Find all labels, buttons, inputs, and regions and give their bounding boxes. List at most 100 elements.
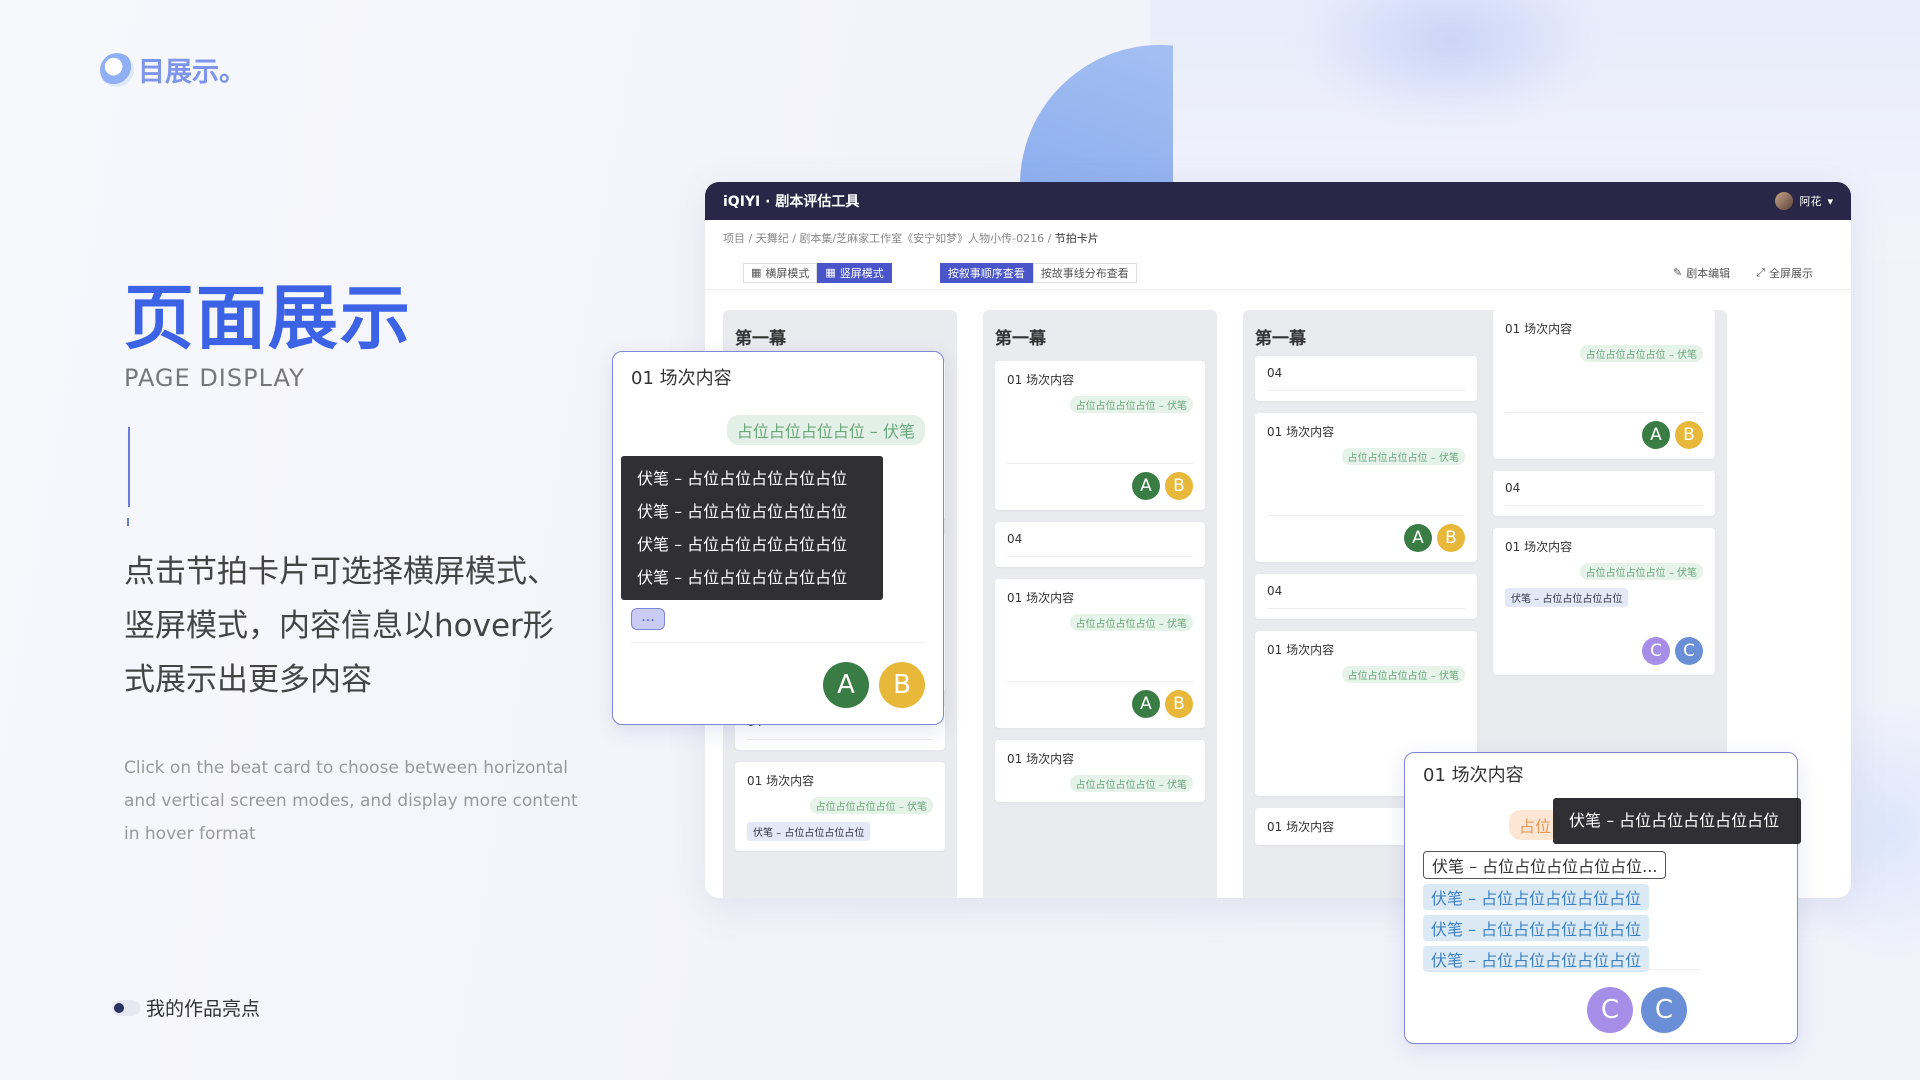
card-tag: 占位占位占位占位 – 伏笔	[1069, 614, 1193, 631]
breadcrumb-path[interactable]: 项目 / 天舞纪 / 剧本集/芝麻家工作室《安宁如梦》人物小传-0216 /	[723, 230, 1051, 246]
act-column: 第一幕 01 场次内容 占位占位占位占位 – 伏笔 AB 04 01 场次内容 …	[983, 310, 1217, 898]
card-title: 01 场次内容	[1267, 643, 1335, 657]
card-tag: 占位占位占位占位 – 伏笔	[1579, 345, 1703, 362]
beat-card[interactable]: 01 场次内容 占位占位占位占位 – 伏笔 AB	[995, 579, 1205, 728]
card-tag: 占位占位占位占位 – 伏笔	[1069, 396, 1193, 413]
card-number: 04	[1505, 481, 1521, 495]
avatar-b: B	[1165, 472, 1193, 500]
logo-text: 目展示。	[138, 57, 246, 88]
beat-card[interactable]: 01 场次内容 占位占位占位占位 – 伏笔 伏笔 – 占位占位占位占位 CC	[1493, 528, 1715, 675]
landscape-mode-button[interactable]: ▦ 横屏模式	[743, 262, 818, 283]
foreshadow-item[interactable]: 伏笔 – 占位占位占位占位占位	[1423, 915, 1650, 941]
portrait-mode-button[interactable]: ▦ 竖屏模式	[817, 262, 892, 283]
avatar-b: B	[1165, 690, 1193, 718]
hover-card-popup[interactable]: 01 场次内容 占位 伏笔 – 占位占位占位占位占位 伏笔 – 占位占位占位占位…	[1404, 752, 1801, 1044]
avatar[interactable]	[1775, 192, 1794, 210]
card-title: 01 场次内容	[747, 774, 815, 788]
card-title: 01 场次内容	[1007, 373, 1075, 387]
card-number: 04	[1267, 584, 1283, 598]
caret-down-icon: ▾	[1827, 194, 1833, 208]
tooltip-line: 伏笔 – 占位占位占位占位占位	[637, 502, 848, 521]
beat-card[interactable]: 04	[995, 522, 1205, 567]
more-button[interactable]: ...	[631, 608, 665, 630]
app-brand: iQIYI · 剧本评估工具	[723, 194, 860, 210]
tooltip-line: 伏笔 – 占位占位占位占位占位	[637, 568, 848, 587]
act-title: 第一幕	[735, 329, 786, 349]
highlight-toggle[interactable]: 我的作品亮点	[112, 994, 260, 1021]
popup-title: 01 场次内容	[1423, 765, 1524, 786]
act-title: 第一幕	[995, 329, 1046, 349]
toolbar: ▦ 横屏模式 ▦ 竖屏模式 按叙事顺序查看 按故事线分布查看 ✎ 剧本编辑 ⤢ 全屏展示	[705, 256, 1851, 290]
avatar-c: C	[1587, 987, 1633, 1033]
grid-icon: ▦	[751, 266, 762, 279]
page-title: 页面展示	[124, 277, 412, 359]
description-cn: 点击节拍卡片可选择横屏模式、竖屏模式，内容信息以hover形式展示出更多内容	[124, 554, 558, 698]
beat-card[interactable]: 04	[1255, 574, 1477, 619]
avatar-a: A	[1132, 472, 1160, 500]
divider	[631, 642, 925, 643]
beat-card[interactable]: 04	[1493, 471, 1715, 516]
popup-tag: 占位占位占位占位 – 伏笔	[726, 415, 925, 445]
card-title: 01 场次内容	[1267, 425, 1335, 439]
tooltip-line: 伏笔 – 占位占位占位占位占位	[637, 535, 848, 554]
tooltip-line: 伏笔 – 占位占位占位占位占位	[637, 469, 848, 488]
card-foreshadow: 伏笔 – 占位占位占位占位	[747, 822, 871, 841]
edit-script-button[interactable]: ✎ 剧本编辑	[1673, 265, 1730, 281]
foreshadow-tooltip: 伏笔 – 占位占位占位占位占位	[1553, 798, 1801, 844]
portrait-label: 竖屏模式	[839, 266, 884, 280]
avatar-c: C	[1641, 987, 1687, 1033]
beat-card[interactable]: 01 场次内容 占位占位占位占位 – 伏笔 AB	[995, 361, 1205, 510]
beat-card[interactable]: 04	[1255, 356, 1477, 401]
card-tag: 占位占位占位占位 – 伏笔	[1069, 775, 1193, 792]
avatar-a: A	[1404, 524, 1432, 552]
avatar-b: B	[879, 662, 925, 708]
avatar-c: C	[1675, 637, 1703, 665]
foreshadow-tooltip: 伏笔 – 占位占位占位占位占位 伏笔 – 占位占位占位占位占位 伏笔 – 占位占…	[621, 456, 883, 600]
card-number: 04	[1007, 532, 1023, 546]
landscape-label: 横屏模式	[765, 266, 810, 280]
divider	[128, 427, 130, 507]
logo-icon	[100, 52, 134, 87]
divider	[1423, 969, 1701, 970]
avatar-c: C	[1642, 637, 1670, 665]
edit-label: 剧本编辑	[1686, 266, 1731, 280]
toggle-label: 我的作品亮点	[146, 998, 261, 1020]
popup-title: 01 场次内容	[631, 368, 732, 389]
view-by-order-button[interactable]: 按叙事顺序查看	[939, 262, 1033, 283]
logo: 目展示。	[100, 50, 246, 89]
card-foreshadow: 伏笔 – 占位占位占位占位	[1505, 588, 1629, 607]
card-number: 04	[1267, 366, 1283, 380]
hover-card-popup[interactable]: 01 场次内容 占位占位占位占位 – 伏笔 伏笔 – 占位占位占位占位占位 伏笔…	[612, 351, 944, 725]
card-title: 01 场次内容	[1505, 540, 1573, 554]
avatar-b: B	[1675, 421, 1703, 449]
card-tag: 占位占位占位占位 – 伏笔	[1341, 448, 1465, 465]
view-by-line-button[interactable]: 按故事线分布查看	[1032, 262, 1137, 283]
avatar-a: A	[823, 662, 869, 708]
divider	[127, 518, 129, 526]
card-tag: 占位占位占位占位 – 伏笔	[1579, 563, 1703, 580]
user-name: 阿花	[1799, 195, 1822, 208]
beat-card[interactable]: 01 场次内容 占位占位占位占位 – 伏笔	[995, 740, 1205, 802]
fullscreen-button[interactable]: ⤢ 全屏展示	[1756, 265, 1813, 281]
card-tag: 占位占位占位占位 – 伏笔	[1341, 666, 1465, 683]
description-en: Click on the beat card to choose between…	[124, 758, 578, 844]
card-tag: 占位占位占位占位 – 伏笔	[809, 797, 933, 814]
toggle-switch[interactable]	[112, 999, 140, 1016]
card-title: 01 场次内容	[1007, 752, 1075, 766]
beat-card[interactable]: 01 场次内容 占位占位占位占位 – 伏笔 AB	[1493, 310, 1715, 459]
grid-icon: ▦	[825, 266, 836, 279]
user-menu[interactable]: 阿花 ▾	[1775, 192, 1833, 210]
avatar-a: A	[1642, 421, 1670, 449]
beat-card[interactable]: 01 场次内容 占位占位占位占位 – 伏笔 AB	[1255, 413, 1477, 562]
foreshadow-item[interactable]: 伏笔 – 占位占位占位占位占位...	[1423, 851, 1667, 879]
breadcrumb: 项目 / 天舞纪 / 剧本集/芝麻家工作室《安宁如梦》人物小传-0216 / 节…	[705, 220, 1851, 256]
foreshadow-item[interactable]: 伏笔 – 占位占位占位占位占位	[1423, 884, 1650, 910]
expand-icon: ⤢	[1756, 265, 1765, 279]
avatar-a: A	[1132, 690, 1160, 718]
breadcrumb-current: 节拍卡片	[1054, 232, 1099, 245]
avatar-b: B	[1437, 524, 1465, 552]
pencil-icon: ✎	[1672, 266, 1683, 279]
beat-card[interactable]: 01 场次内容 占位占位占位占位 – 伏笔 伏笔 – 占位占位占位占位	[735, 762, 945, 851]
fullscreen-label: 全屏展示	[1769, 266, 1813, 280]
card-title: 01 场次内容	[1505, 322, 1573, 336]
